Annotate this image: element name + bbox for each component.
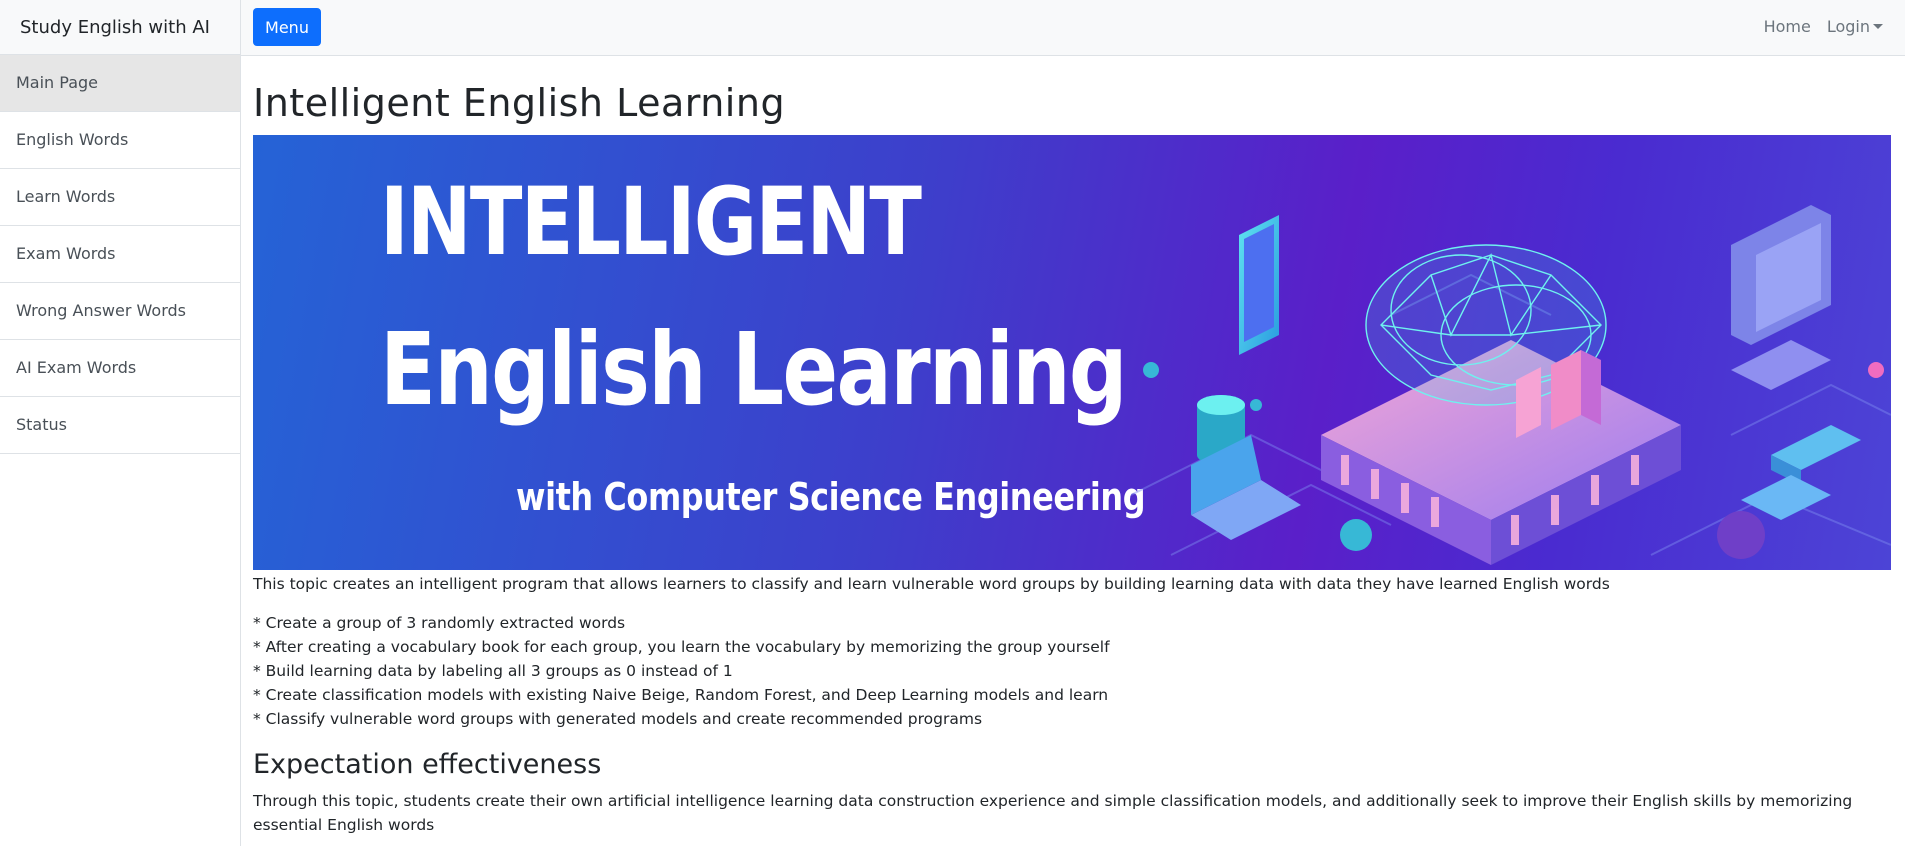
sidebar-item-wrong-answer-words[interactable]: Wrong Answer Words bbox=[0, 283, 240, 340]
sidebar-item-exam-words[interactable]: Exam Words bbox=[0, 226, 240, 283]
nav-login-label: Login bbox=[1826, 17, 1870, 36]
sidebar-brand[interactable]: Study English with AI bbox=[0, 0, 240, 55]
sidebar-item-main-page[interactable]: Main Page bbox=[0, 55, 240, 112]
feature-list: * Create a group of 3 randomly extracted… bbox=[253, 611, 1893, 731]
list-item: * Create classification models with exis… bbox=[253, 685, 1109, 704]
banner-text-line1: INTELLIGENT bbox=[380, 167, 922, 277]
sidebar-item-english-words[interactable]: English Words bbox=[0, 112, 240, 169]
nav-login-dropdown[interactable]: Login bbox=[1827, 17, 1883, 36]
nav-home-link[interactable]: Home bbox=[1764, 17, 1811, 36]
tablet-shape bbox=[1239, 214, 1279, 355]
banner-text-line2: English Learning bbox=[380, 310, 1128, 428]
sidebar-item-status[interactable]: Status bbox=[0, 397, 240, 454]
sidebar-list: Main Page English Words Learn Words Exam… bbox=[0, 55, 240, 454]
page-title: Intelligent English Learning bbox=[253, 81, 786, 125]
list-item: * Classify vulnerable word groups with g… bbox=[253, 709, 983, 728]
effectiveness-text: Through this topic, students create thei… bbox=[253, 792, 1853, 835]
main-content: Intelligent English Learning INTELLIGENT… bbox=[253, 56, 1893, 837]
section-heading-expectation: Expectation effectiveness bbox=[253, 748, 602, 780]
sidebar-item-ai-exam-words[interactable]: AI Exam Words bbox=[0, 340, 240, 397]
isometric-tech-illustration bbox=[1131, 204, 1891, 565]
list-item: * Build learning data by labeling all 3 … bbox=[253, 661, 733, 680]
sidebar-item-learn-words[interactable]: Learn Words bbox=[0, 169, 240, 226]
menu-toggle-button[interactable]: Menu bbox=[253, 8, 321, 46]
list-item: * After creating a vocabulary book for e… bbox=[253, 637, 1110, 656]
list-item: * Create a group of 3 randomly extracted… bbox=[253, 613, 626, 632]
sidebar: Study English with AI Main Page English … bbox=[0, 0, 241, 846]
banner-text-line3: with Computer Science Engineering bbox=[516, 474, 1146, 519]
top-navbar: Menu Home Login bbox=[241, 0, 1905, 56]
banner-image: INTELLIGENT English Learning with Comput… bbox=[253, 134, 1891, 570]
caret-down-icon bbox=[1873, 24, 1883, 29]
topic-description: This topic creates an intelligent progra… bbox=[253, 574, 1610, 593]
navbar-links: Home Login bbox=[1764, 17, 1883, 36]
